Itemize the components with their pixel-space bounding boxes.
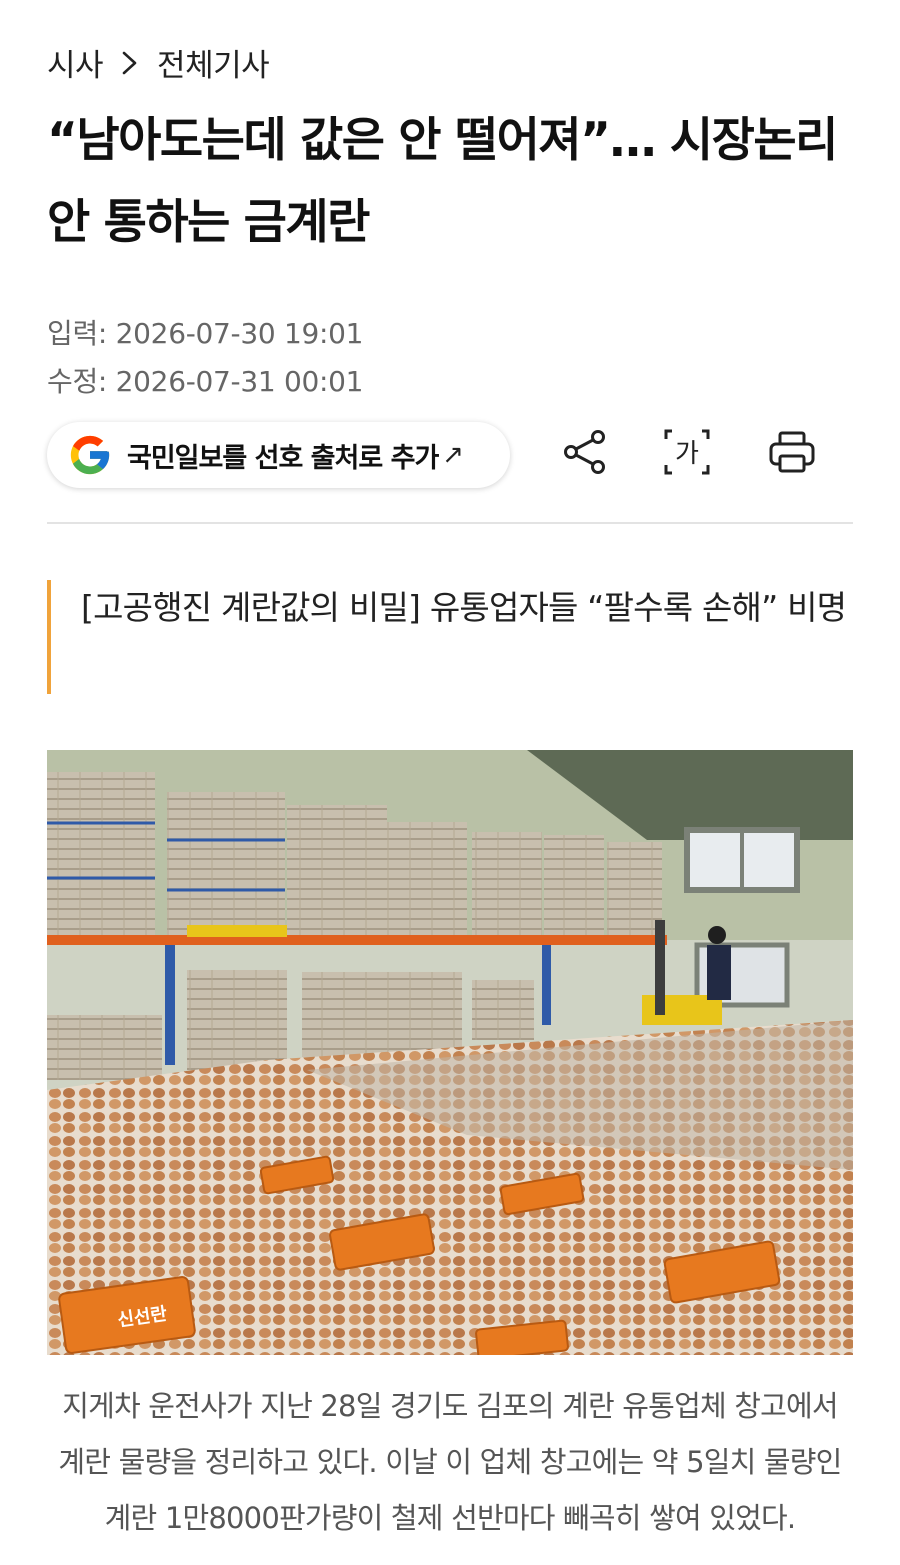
add-preferred-source-button[interactable]: 국민일보를 선호 출처로 추가 ↗ [47,422,510,488]
font-size-button[interactable]: 가 [657,420,717,484]
add-preferred-source-label: 국민일보를 선호 출처로 추가 [127,442,439,474]
breadcrumb: 시사 전체기사 [47,40,270,85]
published-date: 입력: 2026-07-30 19:01 [47,317,364,350]
chevron-right-icon [113,46,147,80]
google-logo-icon [67,432,113,478]
external-arrow-icon: ↗ [442,440,465,470]
font-size-glyph: 가 [675,439,699,469]
article-photo: 신선란 [47,750,853,1355]
print-icon [769,431,815,473]
font-size-icon: 가 [664,429,710,475]
divider [47,522,853,524]
updated-date: 수정: 2026-07-31 00:01 [47,365,364,398]
photo-caption: 지게차 운전사가 지난 28일 경기도 김포의 계란 유통업체 창고에서 계란 … [58,1389,842,1535]
article-subheadline: [고공행진 계란값의 비밀] 유통업자들 “팔수록 손해” 비명 [47,580,853,694]
share-button[interactable] [555,420,615,484]
breadcrumb-subsection[interactable]: 전체기사 [157,40,270,85]
breadcrumb-section[interactable]: 시사 [47,40,104,85]
print-button[interactable] [762,420,822,484]
article-headline: “남아도는데 값은 안 떨어져”… 시장논리 안 통하는 금계란 [47,113,838,250]
share-icon [564,430,605,474]
